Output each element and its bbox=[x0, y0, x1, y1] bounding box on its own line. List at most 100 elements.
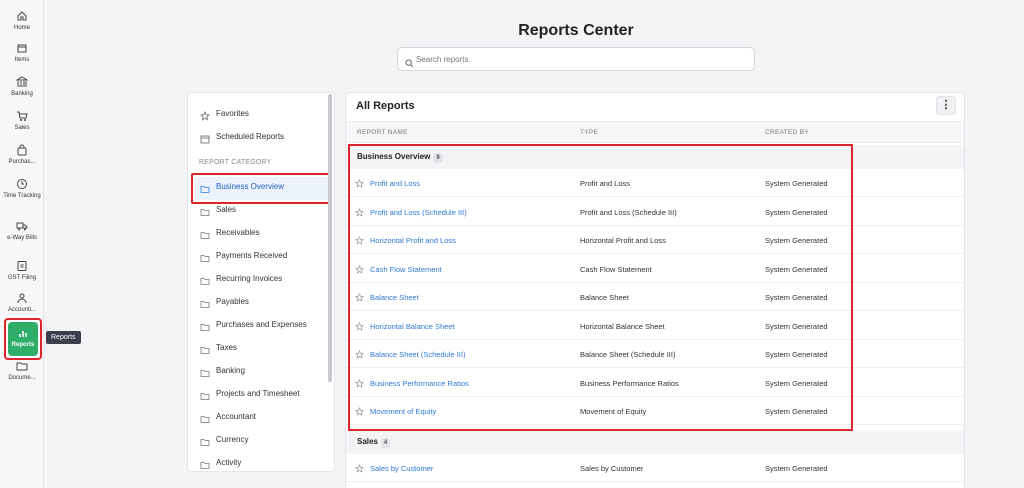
cat-item[interactable]: Payables bbox=[188, 292, 324, 312]
group-count-badge: 4 bbox=[380, 437, 391, 448]
nav-eway-bills[interactable]: e-Way Bills bbox=[0, 220, 44, 242]
cat-scheduled[interactable]: Scheduled Reports bbox=[188, 127, 324, 147]
folder-icon bbox=[200, 320, 210, 331]
cat-item[interactable]: Recurring Invoices bbox=[188, 269, 324, 289]
folder-icon bbox=[16, 360, 28, 372]
report-name-link[interactable]: Sales by Customer bbox=[370, 464, 433, 473]
cat-item[interactable]: Purchases and Expenses bbox=[188, 315, 324, 335]
cat-item-label: Activity bbox=[216, 458, 242, 467]
cat-item-label: Projects and Timesheet bbox=[216, 389, 300, 398]
folder-icon bbox=[200, 366, 210, 377]
nav-documents-label: Docume... bbox=[8, 375, 36, 381]
cat-item-label: Payables bbox=[216, 297, 249, 306]
favorite-star-icon[interactable] bbox=[355, 463, 364, 473]
folder-icon bbox=[200, 297, 210, 308]
category-heading: REPORT CATEGORY bbox=[199, 159, 272, 166]
cat-item[interactable]: Taxes bbox=[188, 338, 324, 358]
nav-time-tracking-label: Time Tracking bbox=[3, 193, 41, 199]
cat-item[interactable]: Accountant bbox=[188, 407, 324, 427]
home-icon bbox=[16, 10, 28, 22]
page-title: Reports Center bbox=[518, 22, 634, 39]
chart-icon bbox=[18, 328, 28, 338]
report-type: Sales by Customer bbox=[580, 463, 644, 473]
nav-items-label: Items bbox=[14, 57, 30, 63]
cat-item[interactable]: Currency bbox=[188, 430, 324, 450]
nav-banking[interactable]: Banking bbox=[0, 76, 44, 98]
bank-icon bbox=[16, 76, 28, 88]
folder-icon bbox=[200, 274, 210, 285]
cat-favorites-label: Favorites bbox=[216, 109, 249, 118]
nav-eway-bills-label: e-Way Bills bbox=[7, 235, 37, 241]
cat-item[interactable]: Projects and Timesheet bbox=[188, 384, 324, 404]
folder-icon bbox=[200, 251, 210, 262]
gst-icon bbox=[16, 260, 28, 272]
nav-accountant[interactable]: Accounti... bbox=[0, 292, 44, 314]
nav-reports-active[interactable]: Reports bbox=[8, 322, 38, 356]
cat-favorites[interactable]: Favorites bbox=[188, 104, 324, 124]
cat-item-label: Purchases and Expenses bbox=[216, 320, 307, 329]
nav-sales-label: Sales bbox=[14, 125, 30, 131]
nav-items[interactable]: Items bbox=[0, 42, 44, 64]
folder-icon bbox=[200, 182, 210, 193]
user-icon bbox=[16, 292, 28, 304]
category-scrollbar[interactable] bbox=[328, 94, 332, 382]
col-type[interactable]: TYPE bbox=[580, 129, 598, 136]
nav-reports[interactable]: Reports bbox=[4, 318, 42, 360]
nav-purchases-label: Purchas... bbox=[8, 159, 36, 165]
all-reports-title: All Reports bbox=[356, 100, 415, 112]
more-options-button[interactable]: ⋮ bbox=[936, 96, 956, 115]
cat-scheduled-label: Scheduled Reports bbox=[216, 132, 285, 141]
table-row[interactable]: Sales by Customer Sales by Customer System… bbox=[346, 454, 964, 482]
cat-item-label: Receivables bbox=[216, 228, 260, 237]
cat-item[interactable]: Activity bbox=[188, 453, 324, 471]
search-input[interactable] bbox=[416, 51, 736, 67]
nav-time-tracking[interactable]: Time Tracking bbox=[0, 178, 44, 200]
nav-accountant-label: Accounti... bbox=[7, 307, 36, 313]
cart-icon bbox=[16, 110, 28, 122]
cat-item-label: Sales bbox=[216, 205, 237, 214]
bag-icon bbox=[16, 144, 28, 156]
nav-gst-filing[interactable]: GST Filing bbox=[0, 260, 44, 282]
folder-icon bbox=[200, 435, 210, 446]
folder-icon bbox=[200, 389, 210, 400]
group-label: Sales bbox=[357, 436, 378, 446]
cat-item-label: Business Overview bbox=[216, 182, 285, 191]
nav-banking-label: Banking bbox=[11, 91, 33, 97]
report-created-by: System Generated bbox=[765, 463, 828, 473]
cat-item[interactable]: Receivables bbox=[188, 223, 324, 243]
clock-icon bbox=[16, 178, 28, 190]
cat-item-label: Currency bbox=[216, 435, 249, 444]
folder-icon bbox=[200, 458, 210, 469]
cat-item-label: Payments Received bbox=[216, 251, 288, 260]
calendar-icon bbox=[200, 132, 210, 144]
col-created-by[interactable]: CREATED BY bbox=[765, 129, 809, 136]
search-icon bbox=[405, 55, 414, 68]
nav-gst-filing-label: GST Filing bbox=[7, 275, 37, 281]
search-box[interactable] bbox=[397, 47, 755, 71]
group-header: Sales 4 bbox=[346, 429, 964, 454]
cat-item-label: Taxes bbox=[216, 343, 237, 352]
business-overview-highlight bbox=[348, 144, 853, 431]
table-header: REPORT NAME TYPE CREATED BY bbox=[346, 121, 964, 143]
truck-icon bbox=[16, 220, 28, 232]
nav-documents[interactable]: Docume... bbox=[0, 360, 44, 382]
folder-icon bbox=[200, 205, 210, 216]
left-nav: Home Items Banking Sales Purchas... Time… bbox=[0, 0, 44, 488]
cat-item[interactable]: Payments Received bbox=[188, 246, 324, 266]
nav-purchases[interactable]: Purchas... bbox=[0, 144, 44, 166]
category-panel: Favorites Scheduled Reports REPORT CATEG… bbox=[187, 92, 335, 472]
cat-item[interactable]: Business Overview bbox=[188, 177, 324, 197]
cat-item-label: Accountant bbox=[216, 412, 257, 421]
star-icon bbox=[200, 109, 210, 121]
cat-item[interactable]: Sales bbox=[188, 200, 324, 220]
box-icon bbox=[16, 42, 28, 54]
folder-icon bbox=[200, 228, 210, 239]
nav-reports-label: Reports bbox=[11, 342, 35, 348]
cat-item-label: Recurring Invoices bbox=[216, 274, 283, 283]
folder-icon bbox=[200, 412, 210, 423]
folder-icon bbox=[200, 343, 210, 354]
cat-item-label: Banking bbox=[216, 366, 245, 375]
col-report-name[interactable]: REPORT NAME bbox=[357, 129, 408, 136]
nav-sales[interactable]: Sales bbox=[0, 110, 44, 132]
cat-item[interactable]: Banking bbox=[188, 361, 324, 381]
